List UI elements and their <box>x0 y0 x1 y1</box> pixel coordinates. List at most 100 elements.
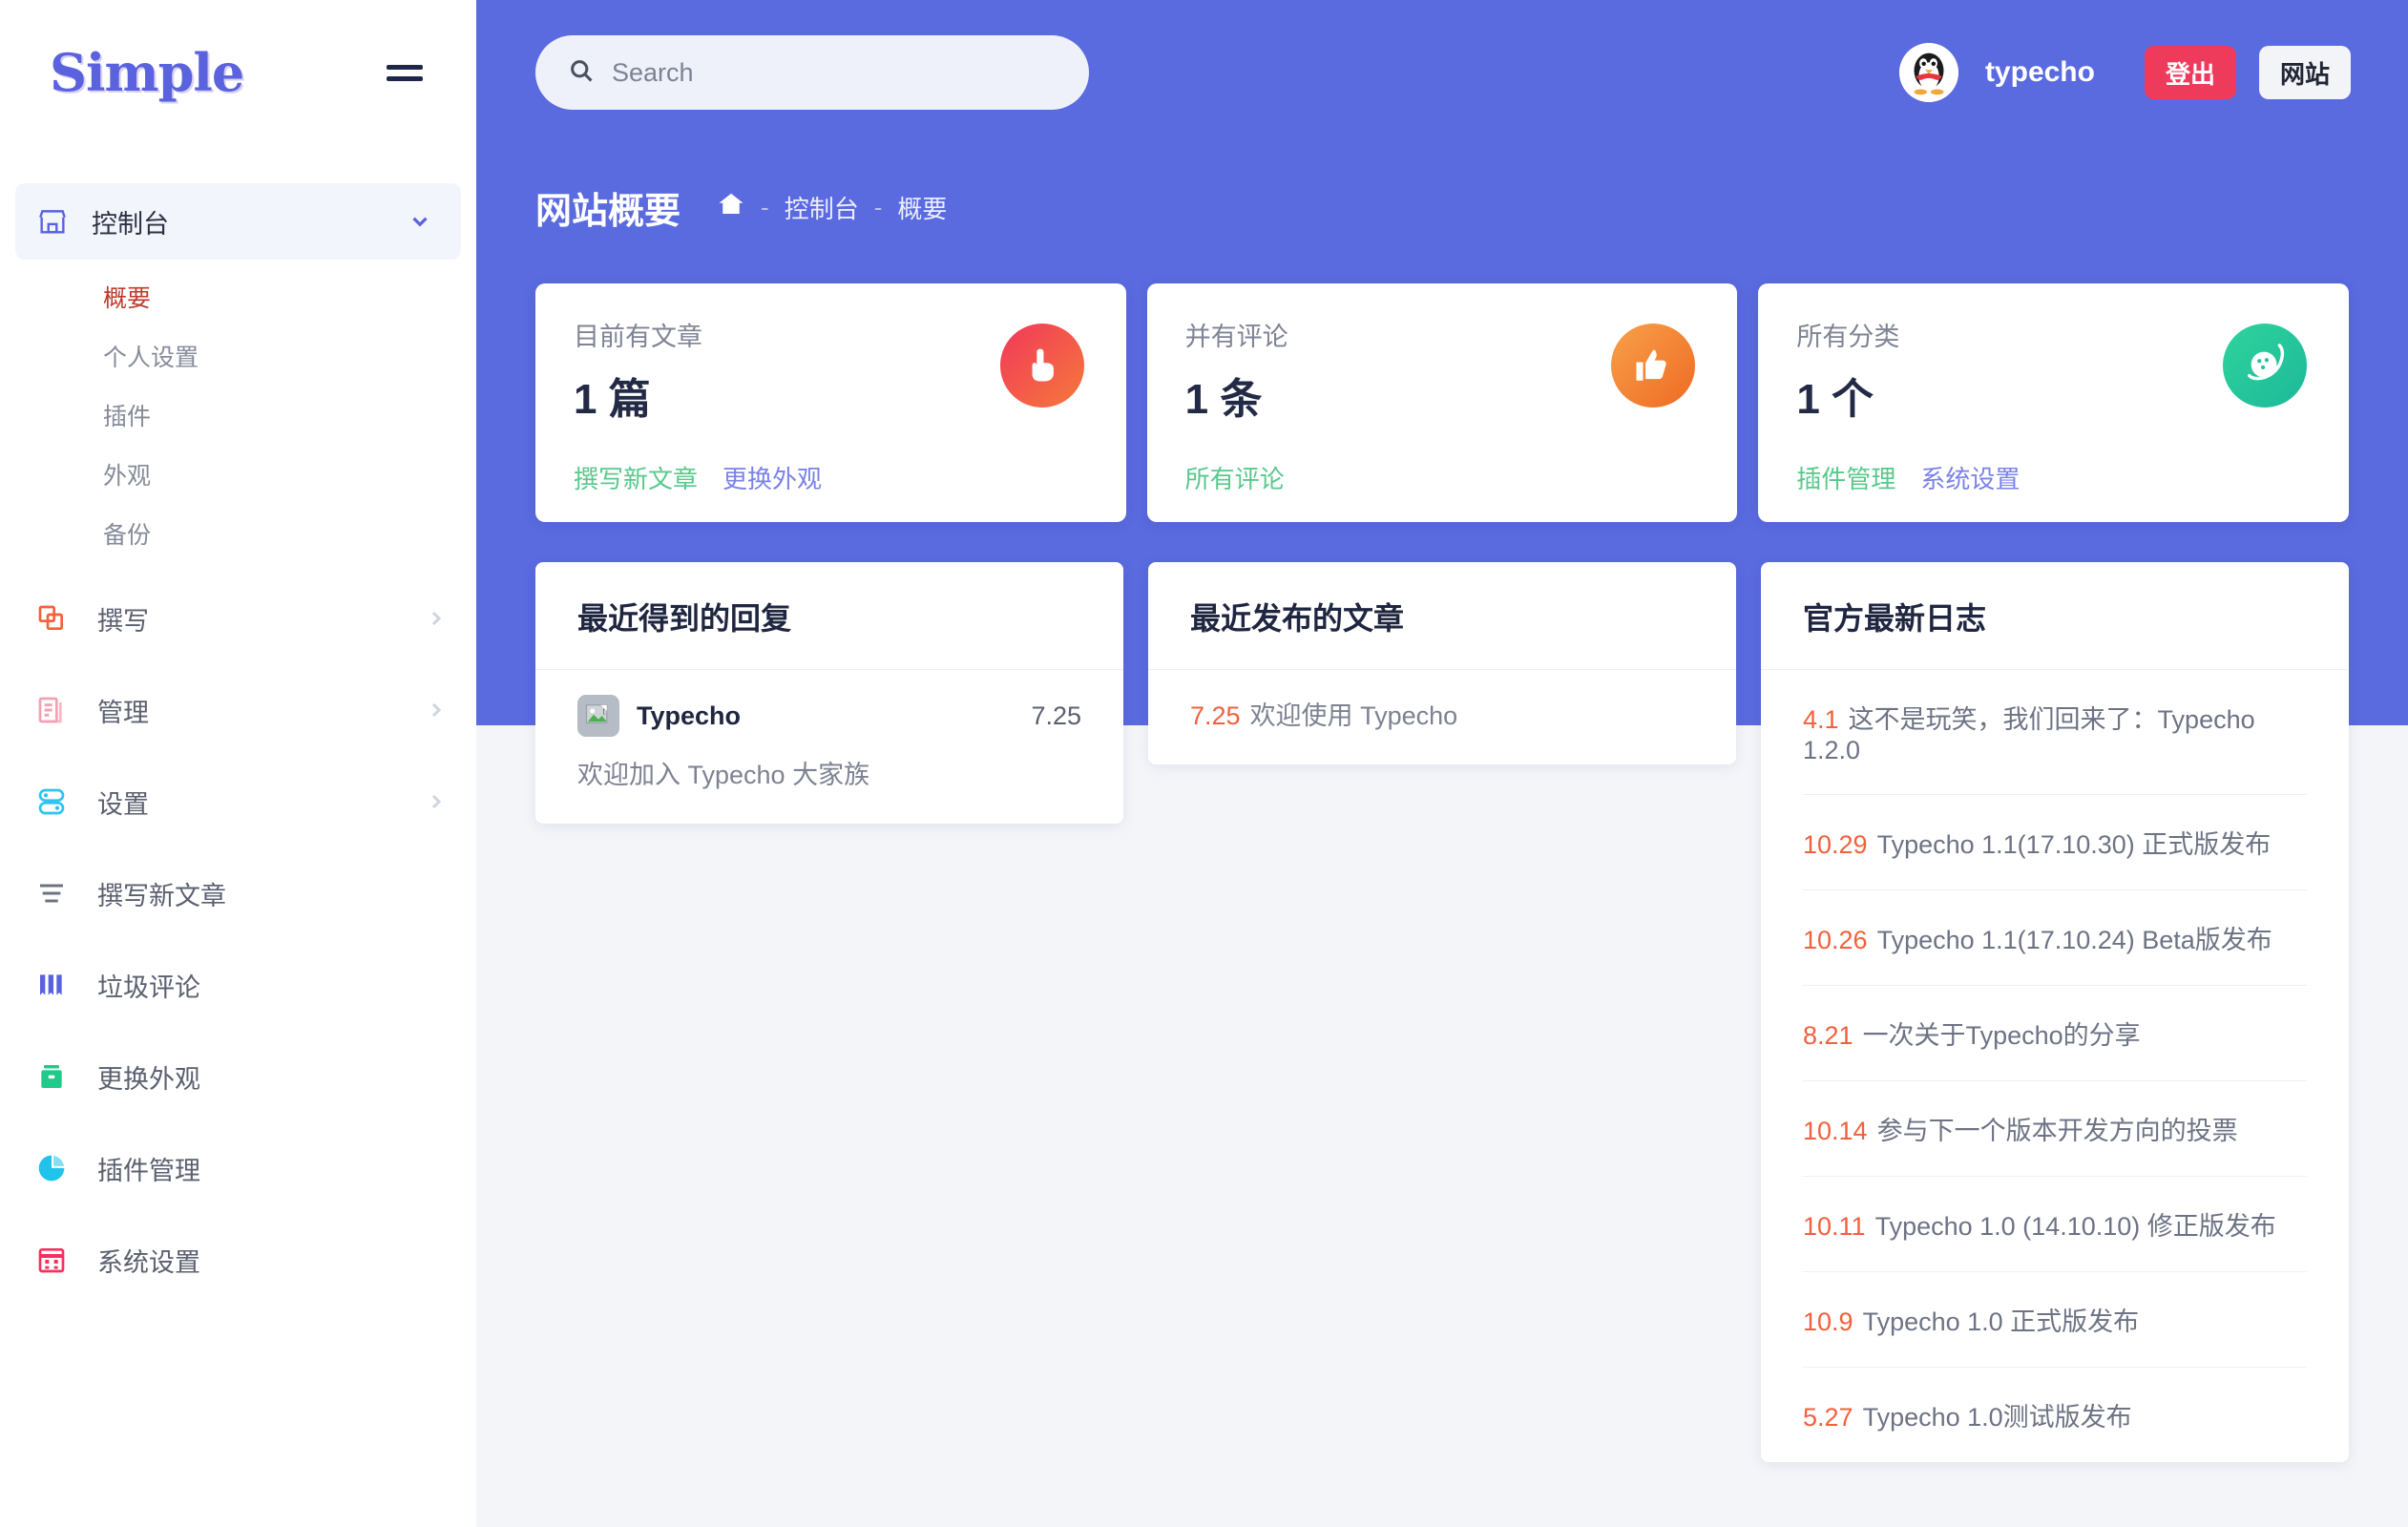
list-item[interactable]: 10.14 参与下一个版本开发方向的投票 <box>1803 1081 2307 1177</box>
reply-author: Typecho <box>637 701 742 730</box>
panel-title: 官方最新日志 <box>1803 601 1987 636</box>
sidebar-subitem-backup[interactable]: 备份 <box>0 504 476 563</box>
store-icon <box>36 205 78 238</box>
main-content: typecho 登出 网站 网站概要 - 控制台 - 概要 <box>476 0 2408 1527</box>
sidebar-item-label: 系统设置 <box>97 1247 200 1277</box>
log-text[interactable]: 这不是玩笑，我们回来了：Typecho 1.2.0 <box>1803 705 2255 764</box>
panel-title: 最近得到的回复 <box>577 601 792 636</box>
chevron-down-icon <box>408 209 432 234</box>
breadcrumb-console[interactable]: 控制台 <box>785 190 859 225</box>
panel-head: 最近发布的文章 <box>1148 562 1736 670</box>
sidebar-item-console[interactable]: 控制台 <box>15 183 461 260</box>
sidebar-item-label: 撰写新文章 <box>97 881 226 910</box>
sidebar: Simple 控制台 概要 个人设置 插件 外观 备份 撰写 管理 设置 撰写新… <box>0 0 476 1527</box>
sidebar-item-settings[interactable]: 设置 <box>0 756 476 847</box>
panel-title: 最近发布的文章 <box>1190 601 1405 636</box>
log-text[interactable]: 一次关于Typecho的分享 <box>1863 1021 2141 1050</box>
sidebar-item-system-settings[interactable]: 系统设置 <box>0 1214 476 1306</box>
calendar-icon <box>36 1245 78 1275</box>
log-text[interactable]: Typecho 1.0测试版发布 <box>1863 1403 2132 1432</box>
toggles-icon <box>36 786 78 817</box>
hand-point-up-icon <box>999 324 1084 408</box>
sidebar-subitem-plugins[interactable]: 插件 <box>0 386 476 445</box>
document-icon <box>36 695 78 725</box>
panel-head: 官方最新日志 <box>1761 562 2349 670</box>
list-item[interactable]: t Typecho 7.25 欢迎加入 Typecho 大家族 <box>577 695 1081 791</box>
breadcrumb-separator: - <box>873 193 883 221</box>
panels: 最近得到的回复 t Typecho 7.25 欢迎加入 Typecho 大家族 … <box>476 522 2408 1462</box>
log-date: 10.9 <box>1803 1307 1853 1336</box>
page-head: 网站概要 - 控制台 - 概要 <box>476 145 2408 234</box>
console-subnav: 概要 个人设置 插件 外观 备份 <box>0 260 476 573</box>
stat-card-categories: 所有分类 1 个 插件管理 系统设置 <box>1758 283 2350 522</box>
list-item[interactable]: 10.29 Typecho 1.1(17.10.30) 正式版发布 <box>1803 795 2307 890</box>
sidebar-item-label: 插件管理 <box>97 1156 200 1185</box>
chevron-right-icon <box>425 790 448 813</box>
stat-link-plugin-manage[interactable]: 插件管理 <box>1796 460 1895 495</box>
brand-row: Simple <box>0 0 476 145</box>
sidebar-item-label: 控制台 <box>92 209 169 239</box>
list-item[interactable]: 7.25 欢迎使用 Typecho <box>1190 695 1694 732</box>
stat-link-all-comments[interactable]: 所有评论 <box>1185 460 1285 495</box>
stat-link-change-theme[interactable]: 更换外观 <box>722 460 822 495</box>
avatar[interactable] <box>1898 43 1958 102</box>
sidebar-item-write[interactable]: 撰写 <box>0 573 476 664</box>
site-button[interactable]: 网站 <box>2258 46 2351 99</box>
sidebar-item-change-theme[interactable]: 更换外观 <box>0 1031 476 1122</box>
log-text[interactable]: 参与下一个版本开发方向的投票 <box>1877 1117 2238 1145</box>
search-input[interactable] <box>612 57 1057 88</box>
list-item[interactable]: 10.11 Typecho 1.0 (14.10.10) 修正版发布 <box>1803 1177 2307 1272</box>
search-box[interactable] <box>535 35 1089 110</box>
recent-replies-panel: 最近得到的回复 t Typecho 7.25 欢迎加入 Typecho 大家族 <box>535 562 1123 824</box>
sidebar-item-spam-comments[interactable]: 垃圾评论 <box>0 939 476 1031</box>
sidebar-item-label: 更换外观 <box>97 1064 200 1094</box>
log-date: 10.29 <box>1803 830 1868 859</box>
penguin-avatar-icon <box>1898 43 1958 102</box>
list-item[interactable]: 10.26 Typecho 1.1(17.10.24) Beta版发布 <box>1803 890 2307 986</box>
books-icon <box>36 970 78 1000</box>
official-log-panel: 官方最新日志 4.1 这不是玩笑，我们回来了：Typecho 1.2.0 10.2… <box>1761 562 2349 1462</box>
list-item[interactable]: 8.21 一次关于Typecho的分享 <box>1803 986 2307 1081</box>
topbar-right: typecho 登出 网站 <box>1898 43 2377 102</box>
pie-chart-icon <box>36 1153 78 1183</box>
sidebar-subitem-appearance[interactable]: 外观 <box>0 445 476 504</box>
planet-icon <box>2223 324 2308 408</box>
stat-link-system-settings[interactable]: 系统设置 <box>1920 460 2020 495</box>
log-text[interactable]: Typecho 1.0 正式版发布 <box>1863 1307 2140 1336</box>
home-icon[interactable] <box>717 190 745 225</box>
log-date: 5.27 <box>1803 1403 1853 1432</box>
list-item[interactable]: 5.27 Typecho 1.0测试版发布 <box>1803 1368 2307 1462</box>
copy-icon <box>36 603 78 634</box>
stat-link-new-post[interactable]: 撰写新文章 <box>574 460 698 495</box>
sidebar-item-plugin-manage[interactable]: 插件管理 <box>0 1122 476 1214</box>
stat-links: 所有评论 <box>1185 460 1285 495</box>
chevron-right-icon <box>425 607 448 630</box>
username-label: typecho <box>1984 56 2095 88</box>
hamburger-menu-icon[interactable] <box>387 64 423 81</box>
sidebar-subitem-summary[interactable]: 概要 <box>0 267 476 326</box>
logout-button[interactable]: 登出 <box>2144 46 2236 99</box>
brand-logo: Simple <box>50 42 244 103</box>
sidebar-item-label: 撰写 <box>97 606 149 636</box>
list-item[interactable]: 4.1 这不是玩笑，我们回来了：Typecho 1.2.0 <box>1803 670 2307 795</box>
log-text[interactable]: Typecho 1.1(17.10.24) Beta版发布 <box>1877 926 2272 954</box>
sidebar-item-manage[interactable]: 管理 <box>0 664 476 756</box>
list-item[interactable]: 10.9 Typecho 1.0 正式版发布 <box>1803 1272 2307 1368</box>
chevron-right-icon <box>425 699 448 722</box>
log-date: 10.11 <box>1803 1212 1866 1241</box>
post-title[interactable]: 欢迎使用 Typecho <box>1250 701 1458 730</box>
svg-text:t: t <box>602 707 605 718</box>
breadcrumb-summary[interactable]: 概要 <box>897 190 947 225</box>
topbar: typecho 登出 网站 <box>476 0 2408 145</box>
log-text[interactable]: Typecho 1.0 (14.10.10) 修正版发布 <box>1875 1212 2276 1241</box>
stat-links: 插件管理 系统设置 <box>1796 460 2020 495</box>
lines-icon <box>36 878 78 909</box>
log-date: 4.1 <box>1803 705 1839 734</box>
panel-head: 最近得到的回复 <box>535 562 1123 670</box>
reply-date: 7.25 <box>1031 701 1081 730</box>
recent-posts-panel: 最近发布的文章 7.25 欢迎使用 Typecho <box>1148 562 1736 764</box>
log-text[interactable]: Typecho 1.1(17.10.30) 正式版发布 <box>1877 830 2272 859</box>
sidebar-nav: 控制台 概要 个人设置 插件 外观 备份 撰写 管理 设置 撰写新文章 垃圾评论… <box>0 145 476 1306</box>
sidebar-subitem-profile[interactable]: 个人设置 <box>0 326 476 386</box>
sidebar-item-new-post[interactable]: 撰写新文章 <box>0 847 476 939</box>
